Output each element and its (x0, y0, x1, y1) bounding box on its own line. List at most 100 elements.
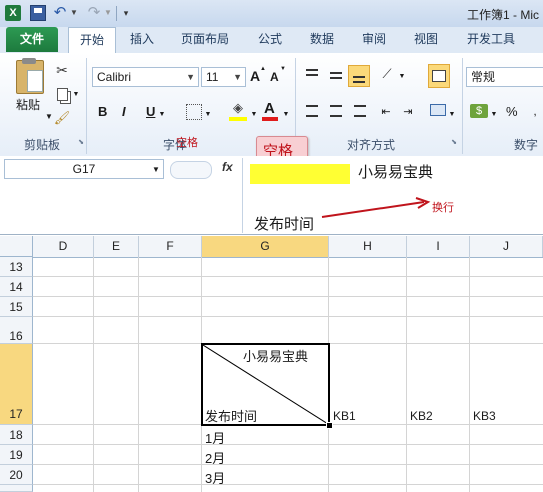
merge-center-icon[interactable] (428, 102, 448, 118)
row-header-13[interactable]: 13 (0, 257, 33, 277)
font-color-button[interactable]: A (264, 100, 275, 117)
comma-style-icon[interactable]: , (528, 104, 542, 118)
row-header-16[interactable]: 16 (0, 317, 33, 344)
align-top-icon[interactable] (304, 68, 320, 82)
grow-font-button[interactable]: A (250, 68, 260, 84)
paste-button[interactable]: 粘贴 (16, 96, 40, 113)
cell-g18[interactable]: 1月 (205, 428, 225, 447)
cell-g20[interactable]: 3月 (205, 468, 225, 487)
redo-dropdown-icon[interactable]: ▼ (104, 6, 112, 18)
line-break-label: 换行 (432, 202, 454, 214)
tab-view[interactable]: 视图 (406, 27, 446, 52)
tab-developer[interactable]: 开发工具 (458, 27, 524, 52)
tab-insert[interactable]: 插入 (122, 27, 162, 52)
gridline-row (33, 316, 543, 317)
formula-line-2[interactable]: 发布时间 (254, 213, 314, 234)
column-header-g[interactable]: G (202, 236, 329, 257)
name-box[interactable]: G17 (4, 159, 164, 179)
row-header-21[interactable] (0, 485, 33, 492)
excel-logo-icon[interactable]: X (5, 5, 21, 21)
shrink-font-button[interactable]: A (270, 70, 279, 84)
save-icon[interactable] (30, 5, 46, 21)
align-left-icon[interactable] (304, 104, 320, 118)
align-bottom-icon[interactable] (348, 65, 370, 87)
fill-handle[interactable] (326, 422, 333, 429)
increase-indent-icon[interactable]: ⇥ (400, 104, 416, 118)
paste-dropdown-icon[interactable]: ▼ (44, 112, 54, 121)
select-all-button[interactable] (0, 236, 33, 257)
column-header-f[interactable]: F (139, 236, 202, 257)
align-center-icon[interactable] (328, 104, 344, 118)
bold-button[interactable]: B (98, 104, 107, 119)
font-size-select[interactable]: 11 ▼ (201, 67, 246, 87)
underline-dropdown-icon[interactable]: ▼ (158, 110, 166, 118)
number-format-select[interactable]: 常规 (466, 67, 543, 87)
insert-function-icon[interactable]: fx (222, 160, 233, 174)
undo-icon[interactable]: ↶ (52, 4, 68, 21)
borders-dropdown-icon[interactable]: ▼ (204, 110, 212, 118)
font-name-select[interactable]: Calibri ▼ (92, 67, 199, 87)
name-box-dropdown-icon[interactable]: ▼ (151, 164, 161, 174)
paste-icon[interactable] (16, 58, 44, 94)
decrease-indent-icon[interactable]: ⇤ (378, 104, 394, 118)
row-header-19[interactable]: 19 (0, 445, 33, 465)
cell-h17[interactable]: KB1 (333, 409, 356, 423)
gridline-row (33, 276, 543, 277)
cell-g17-top-text: 小易易宝典 (243, 349, 309, 364)
orientation-icon[interactable]: ⟋ (378, 66, 396, 82)
merge-dropdown-icon[interactable]: ▼ (448, 110, 456, 118)
wrap-text-icon[interactable] (428, 64, 450, 88)
column-header-d[interactable]: D (33, 236, 94, 257)
gridline-row (33, 444, 543, 445)
currency-icon[interactable]: $ (470, 104, 488, 118)
tab-data[interactable]: 数据 (302, 27, 342, 52)
redo-icon[interactable]: ↷ (86, 4, 102, 21)
percent-button[interactable]: % (506, 104, 518, 119)
line-break-arrow (321, 197, 431, 218)
borders-icon[interactable] (186, 104, 202, 120)
currency-dropdown-icon[interactable]: ▼ (490, 110, 498, 118)
undo-dropdown-icon[interactable]: ▼ (70, 6, 78, 18)
font-color-swatch (262, 117, 278, 121)
cell-j17[interactable]: KB3 (473, 409, 496, 423)
grow-font-arrow-icon: ▲ (260, 66, 266, 72)
format-painter-icon[interactable]: 🖌 (54, 110, 71, 126)
cut-icon[interactable]: ✂ (54, 62, 70, 78)
align-middle-icon[interactable] (328, 68, 344, 82)
italic-button[interactable]: I (122, 104, 126, 119)
clipboard-launcher-icon[interactable]: ⬊ (77, 138, 85, 146)
tab-page-layout[interactable]: 页面布局 (172, 27, 238, 52)
row-header-14[interactable]: 14 (0, 277, 33, 297)
row-header-18[interactable]: 18 (0, 425, 33, 445)
toolbar-divider (116, 6, 117, 21)
tab-review[interactable]: 审阅 (354, 27, 394, 52)
tab-formulas[interactable]: 公式 (250, 27, 290, 52)
column-header-e[interactable]: E (94, 236, 139, 257)
tab-home[interactable]: 开始 (68, 27, 116, 54)
copy-dropdown-icon[interactable]: ▼ (72, 90, 80, 98)
gridline-col (406, 257, 407, 492)
align-right-icon[interactable] (352, 104, 368, 118)
row-header-17[interactable]: 17 (0, 344, 33, 425)
cell-g17-bottom-text: 发布时间 (205, 409, 258, 424)
column-header-j[interactable]: J (470, 236, 543, 257)
font-color-dropdown-icon[interactable]: ▼ (282, 110, 290, 118)
underline-button[interactable]: U (146, 104, 155, 119)
tab-file[interactable]: 文件 (6, 27, 58, 52)
copy-icon[interactable] (54, 86, 70, 102)
customize-quick-access-icon[interactable]: ▾ (121, 6, 131, 20)
row-header-20[interactable]: 20 (0, 465, 33, 485)
cell-g19[interactable]: 2月 (205, 448, 225, 467)
column-header-i[interactable]: I (407, 236, 470, 257)
formula-bar-grip-icon[interactable] (170, 161, 212, 179)
formula-line-1[interactable]: 小易易宝典 (358, 161, 433, 182)
chevron-down-icon: ▼ (233, 72, 242, 82)
alignment-launcher-icon[interactable]: ⬊ (450, 138, 458, 146)
cell-i17[interactable]: KB2 (410, 409, 433, 423)
column-header-h[interactable]: H (329, 236, 407, 257)
orientation-dropdown-icon[interactable]: ▼ (398, 72, 406, 80)
fill-color-icon[interactable]: ◈ (230, 100, 246, 116)
fill-color-dropdown-icon[interactable]: ▼ (250, 110, 258, 118)
font-size-value: 11 (206, 70, 219, 84)
row-header-15[interactable]: 15 (0, 297, 33, 317)
